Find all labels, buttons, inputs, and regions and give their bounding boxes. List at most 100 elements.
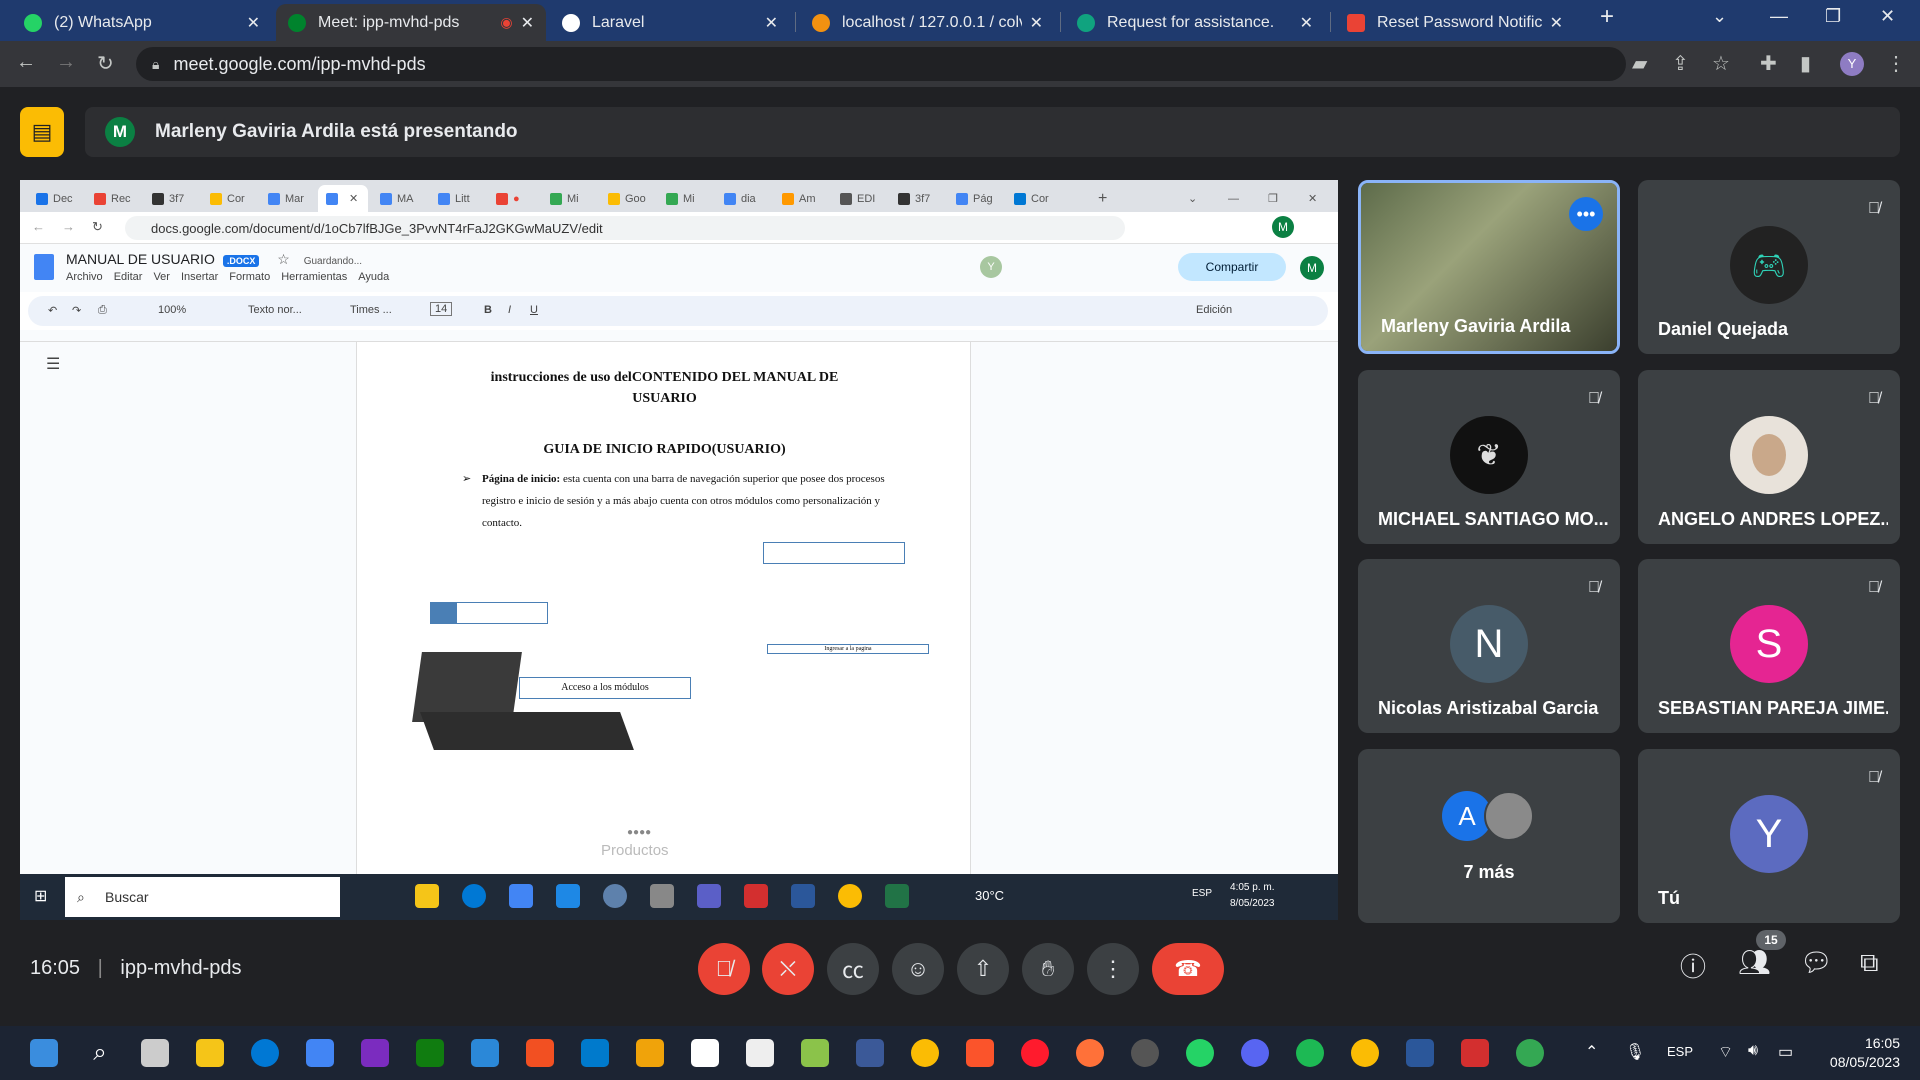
participant-name: SEBASTIAN PAREJA JIME...: [1658, 698, 1888, 718]
sublime-icon[interactable]: [636, 1039, 664, 1067]
reactions-button[interactable]: ☺: [892, 943, 944, 995]
participant-tile[interactable]: 🎙̸ 🎮︎ Daniel Quejada: [1638, 180, 1900, 354]
camera-toggle-button[interactable]: ⛌: [762, 943, 814, 995]
shared-tab: 3f7: [890, 185, 945, 212]
activities-button[interactable]: ⧉: [1860, 947, 1879, 979]
app-icon[interactable]: [526, 1039, 554, 1067]
doc-heading-1: instrucciones de uso delCONTENIDO DEL MA…: [490, 370, 839, 385]
share-icon[interactable]: ⇪: [1672, 51, 1689, 76]
star-icon[interactable]: ☆: [1712, 51, 1730, 76]
lang-indicator[interactable]: ESP: [1667, 1044, 1693, 1059]
globe-icon: [562, 13, 580, 32]
chrome-icon[interactable]: [911, 1039, 939, 1067]
app-icon[interactable]: [691, 1039, 719, 1067]
style-select: Texto nor...: [248, 304, 302, 316]
mic-toggle-button[interactable]: 🎙̸: [698, 943, 750, 995]
obs-icon[interactable]: [1131, 1039, 1159, 1067]
participant-tile[interactable]: 🎙̸ S SEBASTIAN PAREJA JIME...: [1638, 559, 1900, 733]
shared-tab: MA: [372, 185, 427, 212]
word-icon[interactable]: [1406, 1039, 1434, 1067]
edge-icon[interactable]: [251, 1039, 279, 1067]
task-view-icon[interactable]: [141, 1039, 169, 1067]
participant-tile[interactable]: 🎙̸ ❦ MICHAEL SANTIAGO MO...: [1358, 370, 1620, 544]
chrome-icon[interactable]: [1516, 1039, 1544, 1067]
raise-hand-button[interactable]: ✋︎: [1022, 943, 1074, 995]
search-icon[interactable]: ⌕: [86, 1039, 114, 1067]
close-icon[interactable]: ✕: [521, 13, 534, 33]
participant-tile[interactable]: ••• Marleny Gaviria Ardila: [1358, 180, 1620, 354]
extensions-icon[interactable]: ✚: [1760, 51, 1777, 76]
mic-icon[interactable]: 🎙︎: [1625, 1042, 1645, 1062]
battery-icon[interactable]: ▭: [1778, 1042, 1793, 1062]
close-icon[interactable]: ✕: [1030, 13, 1043, 33]
mic-off-icon: 🎙̸: [1868, 390, 1880, 407]
close-icon[interactable]: ✕: [765, 13, 778, 33]
close-icon[interactable]: ✕: [1550, 13, 1563, 33]
info-button[interactable]: ⓘ: [1680, 947, 1706, 984]
maximize-button[interactable]: ❐: [1825, 6, 1841, 27]
presentation-icon[interactable]: ▤: [20, 107, 64, 157]
close-icon[interactable]: ✕: [1300, 13, 1313, 33]
tab-whatsapp[interactable]: (2) WhatsApp ✕: [12, 4, 272, 41]
file-explorer-icon[interactable]: [196, 1039, 224, 1067]
tab-chatgpt[interactable]: Request for assistance. ✕: [1065, 4, 1325, 41]
browser-tabstrip: (2) WhatsApp ✕ Meet: ipp-mvhd-pds ◉ ✕ La…: [0, 0, 1920, 41]
whatsapp-icon[interactable]: [1186, 1039, 1214, 1067]
firefox-icon[interactable]: [1076, 1039, 1104, 1067]
profile-avatar[interactable]: Y: [1840, 52, 1864, 76]
app-icon[interactable]: [746, 1039, 774, 1067]
tab-meet[interactable]: Meet: ipp-mvhd-pds ◉ ✕: [276, 4, 546, 41]
close-window-button[interactable]: ✕: [1880, 6, 1895, 27]
more-options-button[interactable]: ⋮: [1087, 943, 1139, 995]
captions-button[interactable]: ㏄: [827, 943, 879, 995]
more-options-icon[interactable]: •••: [1569, 197, 1603, 231]
start-icon[interactable]: [30, 1039, 58, 1067]
brave-icon[interactable]: [966, 1039, 994, 1067]
chat-icon: 💬︎: [1800, 947, 1834, 977]
clock-time: 16:05: [1864, 1035, 1900, 1051]
store-icon[interactable]: [306, 1039, 334, 1067]
vscode-icon[interactable]: [581, 1039, 609, 1067]
captions-icon: ㏄: [841, 958, 864, 983]
system-clock[interactable]: 16:05 08/05/2023: [1830, 1034, 1900, 1072]
menu-icon[interactable]: ⋮: [1886, 51, 1906, 76]
participant-tile[interactable]: 🎙̸ ANGELO ANDRES LOPEZ...: [1638, 370, 1900, 544]
more-participants-tile[interactable]: A 7 más: [1358, 749, 1620, 923]
minimize-button[interactable]: —: [1770, 6, 1788, 27]
xbox-icon[interactable]: [416, 1039, 444, 1067]
chevron-down-icon[interactable]: ⌄: [1712, 6, 1727, 27]
present-button[interactable]: ⇧: [957, 943, 1009, 995]
new-tab-button[interactable]: +: [1600, 3, 1614, 31]
camera-icon[interactable]: ▰: [1632, 51, 1647, 76]
close-icon[interactable]: ✕: [247, 13, 260, 33]
opera-icon[interactable]: [1021, 1039, 1049, 1067]
forward-icon[interactable]: →: [56, 51, 76, 74]
tab-phpmyadmin[interactable]: localhost / 127.0.0.1 / colve ✕: [800, 4, 1055, 41]
participant-tile-self[interactable]: 🎙̸ Y Tú: [1638, 749, 1900, 923]
reload-icon[interactable]: ↻: [97, 51, 114, 76]
tab-gmail[interactable]: Reset Password Notification ✕: [1335, 4, 1575, 41]
avatar: [1730, 416, 1808, 494]
app-icon[interactable]: [801, 1039, 829, 1067]
leave-call-button[interactable]: ☎︎: [1152, 943, 1224, 995]
new-tab-icon: +: [1098, 189, 1108, 207]
discord-icon[interactable]: [1241, 1039, 1269, 1067]
chevron-up-icon[interactable]: ⌃: [1585, 1042, 1598, 1062]
participant-tile[interactable]: 🎙̸ N Nicolas Aristizabal Garcia: [1358, 559, 1620, 733]
back-icon[interactable]: ←: [16, 51, 36, 74]
app-icon[interactable]: [361, 1039, 389, 1067]
avatar: M: [1272, 216, 1294, 238]
people-button[interactable]: 👥︎: [1738, 947, 1771, 978]
tab-laravel[interactable]: Laravel ✕: [550, 4, 790, 41]
app-icon[interactable]: [856, 1039, 884, 1067]
sidepanel-icon[interactable]: ▮: [1800, 51, 1811, 76]
chat-button[interactable]: 💬︎: [1800, 947, 1833, 978]
mic-off-icon: 🎙̸: [1868, 579, 1880, 596]
notepad-icon[interactable]: [471, 1039, 499, 1067]
acrobat-icon[interactable]: [1461, 1039, 1489, 1067]
address-bar[interactable]: 🔒︎ meet.google.com/ipp-mvhd-pds: [136, 47, 1626, 81]
volume-icon[interactable]: 🔊︎: [1748, 1042, 1758, 1060]
chrome-icon[interactable]: [1351, 1039, 1379, 1067]
spotify-icon[interactable]: [1296, 1039, 1324, 1067]
wifi-icon[interactable]: ⌔: [1718, 1042, 1733, 1062]
